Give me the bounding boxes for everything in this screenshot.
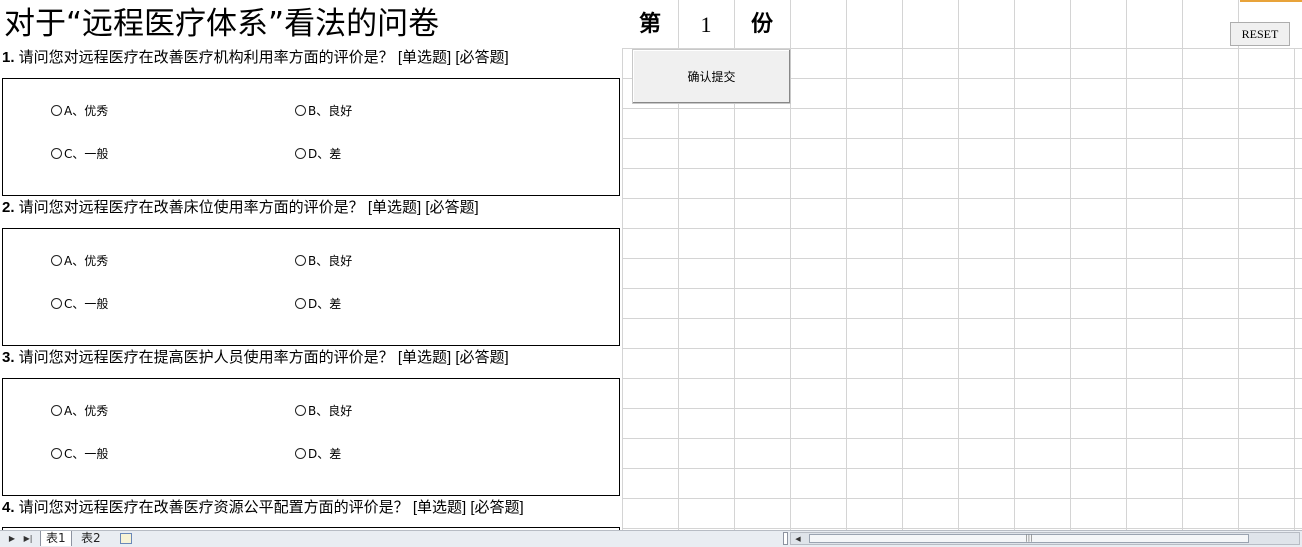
- radio-icon[interactable]: [51, 255, 62, 266]
- sheet-tab-1[interactable]: 表1: [40, 531, 72, 546]
- question-number: 1.: [2, 49, 15, 66]
- option-label: C、一般: [64, 147, 109, 161]
- options-box-1: A、优秀 B、良好 C、一般 D、差: [2, 78, 620, 196]
- option-a[interactable]: A、优秀: [51, 252, 108, 269]
- radio-icon[interactable]: [295, 298, 306, 309]
- option-d[interactable]: D、差: [295, 145, 341, 162]
- radio-icon[interactable]: [295, 448, 306, 459]
- question-number: 2.: [2, 199, 15, 216]
- radio-icon[interactable]: [295, 148, 306, 159]
- scroll-left-icon[interactable]: ◀: [791, 532, 805, 546]
- option-label: B、良好: [308, 254, 353, 268]
- options-box-2: A、优秀 B、良好 C、一般 D、差: [2, 228, 620, 346]
- option-label: C、一般: [64, 297, 109, 311]
- question-text: 请问您对远程医疗在改善床位使用率方面的评价是？ [单选题] [必答题]: [14, 199, 479, 216]
- option-label: B、良好: [308, 104, 353, 118]
- question-number: 3.: [2, 349, 15, 366]
- option-c[interactable]: C、一般: [51, 145, 108, 162]
- question-2: 2. 请问您对远程医疗在改善床位使用率方面的评价是？ [单选题] [必答题]: [2, 198, 479, 218]
- radio-icon[interactable]: [295, 405, 306, 416]
- option-b[interactable]: B、良好: [295, 252, 352, 269]
- question-text: 请问您对远程医疗在提高医护人员使用率方面的评价是？ [单选题] [必答题]: [14, 349, 509, 366]
- copy-prefix: 第: [638, 12, 661, 37]
- play-icon[interactable]: ▶: [4, 532, 20, 546]
- question-4: 4. 请问您对远程医疗在改善医疗资源公平配置方面的评价是？ [单选题] [必答题…: [2, 498, 524, 518]
- top-accent: [1240, 0, 1302, 2]
- copy-suffix: 份: [750, 12, 773, 37]
- option-label: D、差: [308, 447, 342, 461]
- horizontal-scrollbar[interactable]: ◀ |||: [790, 532, 1300, 545]
- scroll-thumb[interactable]: |||: [809, 534, 1249, 543]
- copy-number[interactable]: 1: [678, 8, 734, 42]
- radio-icon[interactable]: [51, 298, 62, 309]
- option-label: A、优秀: [64, 254, 109, 268]
- question-3: 3. 请问您对远程医疗在提高医护人员使用率方面的评价是？ [单选题] [必答题]: [2, 348, 509, 368]
- option-b[interactable]: B、良好: [295, 402, 352, 419]
- radio-icon[interactable]: [51, 448, 62, 459]
- option-label: A、优秀: [64, 104, 109, 118]
- option-c[interactable]: C、一般: [51, 445, 108, 462]
- page-title: 对于“远程医疗体系”看法的问卷: [4, 6, 440, 42]
- question-text: 请问您对远程医疗在改善医疗机构利用率方面的评价是？ [单选题] [必答题]: [14, 49, 509, 66]
- sheet-tab-bar: ▶ ▶| 表1 表2 ◀ |||: [0, 530, 1302, 547]
- option-a[interactable]: A、优秀: [51, 102, 108, 119]
- option-label: B、良好: [308, 404, 353, 418]
- options-box-3: A、优秀 B、良好 C、一般 D、差: [2, 378, 620, 496]
- radio-icon[interactable]: [295, 255, 306, 266]
- last-icon[interactable]: ▶|: [20, 532, 36, 546]
- option-b[interactable]: B、良好: [295, 102, 352, 119]
- question-text: 请问您对远程医疗在改善医疗资源公平配置方面的评价是？ [单选题] [必答题]: [14, 499, 524, 516]
- new-sheet-icon[interactable]: [120, 533, 132, 544]
- sheet-tab-2[interactable]: 表2: [76, 531, 106, 546]
- option-label: D、差: [308, 297, 342, 311]
- option-a[interactable]: A、优秀: [51, 402, 108, 419]
- option-label: D、差: [308, 147, 342, 161]
- question-number: 4.: [2, 499, 15, 516]
- option-label: C、一般: [64, 447, 109, 461]
- radio-icon[interactable]: [51, 105, 62, 116]
- question-1: 1. 请问您对远程医疗在改善医疗机构利用率方面的评价是？ [单选题] [必答题]: [2, 48, 509, 68]
- option-d[interactable]: D、差: [295, 295, 341, 312]
- radio-icon[interactable]: [51, 405, 62, 416]
- submit-button[interactable]: 确认提交: [632, 49, 791, 104]
- option-c[interactable]: C、一般: [51, 295, 108, 312]
- radio-icon[interactable]: [295, 105, 306, 116]
- tab-split-handle[interactable]: [783, 532, 788, 545]
- radio-icon[interactable]: [51, 148, 62, 159]
- reset-button[interactable]: RESET: [1230, 22, 1290, 46]
- option-label: A、优秀: [64, 404, 109, 418]
- option-d[interactable]: D、差: [295, 445, 341, 462]
